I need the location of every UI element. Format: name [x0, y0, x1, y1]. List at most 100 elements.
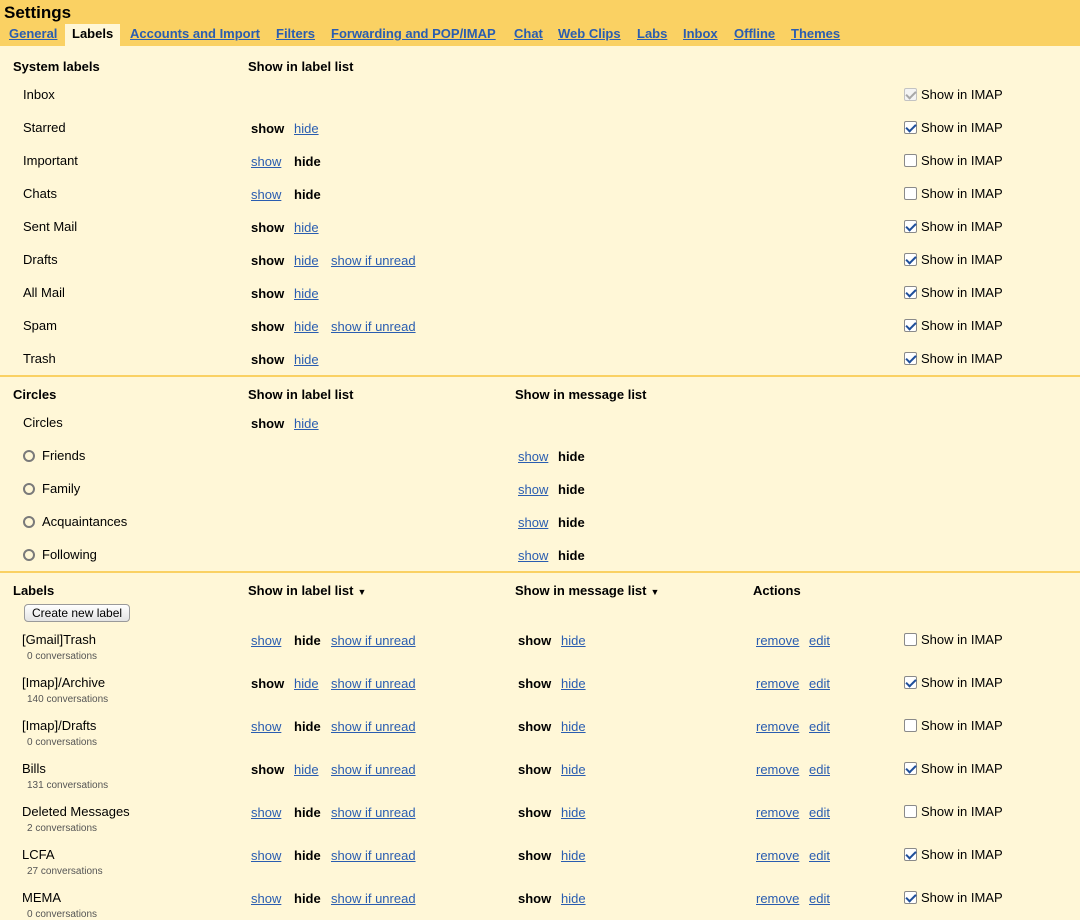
- label-list-show-if-unread-link[interactable]: show if unread: [331, 719, 416, 734]
- show-in-imap-checkbox[interactable]: Show in IMAP: [904, 120, 1003, 135]
- tab-chat[interactable]: Chat: [514, 24, 543, 46]
- circle-icon: [23, 450, 35, 462]
- remove-label-link[interactable]: remove: [756, 848, 799, 863]
- label-list-hide-link[interactable]: hide: [294, 253, 319, 268]
- label-name: LCFA: [22, 847, 55, 862]
- label-list-show-if-unread-link[interactable]: show if unread: [331, 891, 416, 906]
- show-in-imap-checkbox[interactable]: Show in IMAP: [904, 153, 1003, 168]
- label-list-show-if-unread-link[interactable]: show if unread: [331, 319, 416, 334]
- tab-offline[interactable]: Offline: [734, 24, 775, 46]
- label-list-hide-link[interactable]: hide: [294, 416, 319, 431]
- label-list-show-if-unread-link[interactable]: show if unread: [331, 676, 416, 691]
- edit-label-link[interactable]: edit: [809, 676, 830, 691]
- label-list-hide-link[interactable]: hide: [294, 352, 319, 367]
- message-list-hide-link[interactable]: hide: [561, 633, 586, 648]
- show-in-imap-checkbox[interactable]: Show in IMAP: [904, 804, 1003, 819]
- message-list-hide-link[interactable]: hide: [561, 762, 586, 777]
- show-in-imap-checkbox[interactable]: Show in IMAP: [904, 285, 1003, 300]
- edit-label-link[interactable]: edit: [809, 848, 830, 863]
- show-in-imap-checkbox[interactable]: Show in IMAP: [904, 847, 1003, 862]
- label-list-show-link[interactable]: show: [251, 187, 281, 202]
- tab-forwarding-and-pop-imap[interactable]: Forwarding and POP/IMAP: [331, 24, 496, 46]
- message-list-sort-header[interactable]: Show in message list ▼: [515, 583, 659, 598]
- show-in-imap-checkbox[interactable]: Show in IMAP: [904, 718, 1003, 733]
- message-list-show-link[interactable]: show: [518, 449, 548, 464]
- message-list-hide-link[interactable]: hide: [561, 805, 586, 820]
- edit-label-link[interactable]: edit: [809, 805, 830, 820]
- label-list-show-if-unread-link[interactable]: show if unread: [331, 633, 416, 648]
- conversation-count: 2 conversations: [27, 823, 98, 834]
- edit-label-link[interactable]: edit: [809, 719, 830, 734]
- remove-label-link[interactable]: remove: [756, 891, 799, 906]
- tab-labels[interactable]: Labels: [65, 24, 121, 46]
- label-list-show-if-unread-link[interactable]: show if unread: [331, 805, 416, 820]
- label-list-show-link[interactable]: show: [251, 154, 281, 169]
- message-list-show-link[interactable]: show: [518, 482, 548, 497]
- message-list-hide-link[interactable]: hide: [561, 848, 586, 863]
- checkbox-icon: [904, 286, 917, 299]
- label-list-show-link[interactable]: show: [251, 633, 281, 648]
- system-label-name: Sent Mail: [23, 219, 78, 234]
- show-in-imap-checkbox[interactable]: Show in IMAP: [904, 761, 1003, 776]
- tab-accounts-and-import[interactable]: Accounts and Import: [130, 24, 260, 46]
- label-list-hide-link[interactable]: hide: [294, 319, 319, 334]
- label-list-show-if-unread-link[interactable]: show if unread: [331, 848, 416, 863]
- tab-inbox[interactable]: Inbox: [683, 24, 718, 46]
- remove-label-link[interactable]: remove: [756, 805, 799, 820]
- checkbox-icon: [904, 676, 917, 689]
- remove-label-link[interactable]: remove: [756, 633, 799, 648]
- message-list-hide-link[interactable]: hide: [561, 719, 586, 734]
- remove-label-link[interactable]: remove: [756, 676, 799, 691]
- label-list-show-link[interactable]: show: [251, 719, 281, 734]
- show-in-imap-checkbox[interactable]: Show in IMAP: [904, 219, 1003, 234]
- edit-label-link[interactable]: edit: [809, 633, 830, 648]
- label-list-show-if-unread-link[interactable]: show if unread: [331, 253, 416, 268]
- remove-label-link[interactable]: remove: [756, 762, 799, 777]
- tab-general[interactable]: General: [9, 24, 57, 46]
- label-list-hide-link[interactable]: hide: [294, 220, 319, 235]
- show-in-imap-checkbox[interactable]: Show in IMAP: [904, 351, 1003, 366]
- message-list-hide-link[interactable]: hide: [561, 891, 586, 906]
- message-list-show-link[interactable]: show: [518, 515, 548, 530]
- show-in-imap-checkbox[interactable]: Show in IMAP: [904, 632, 1003, 647]
- edit-label-link[interactable]: edit: [809, 762, 830, 777]
- tab-themes[interactable]: Themes: [791, 24, 840, 46]
- remove-label-link[interactable]: remove: [756, 719, 799, 734]
- label-list-show-link[interactable]: show: [251, 805, 281, 820]
- label-list-hide-link[interactable]: hide: [294, 762, 319, 777]
- circles-heading: Circles: [13, 387, 57, 402]
- show-in-imap-checkbox[interactable]: Show in IMAP: [904, 890, 1003, 905]
- label-name: [Gmail]Trash: [22, 632, 96, 647]
- label-list-show-link[interactable]: show: [251, 848, 281, 863]
- show-in-imap-checkbox[interactable]: Show in IMAP: [904, 252, 1003, 267]
- label-list-show-if-unread-link[interactable]: show if unread: [331, 762, 416, 777]
- label-list-show-link[interactable]: show: [251, 891, 281, 906]
- show-in-imap-label: Show in IMAP: [921, 252, 1003, 267]
- message-list-hide-link[interactable]: hide: [561, 676, 586, 691]
- show-in-imap-checkbox[interactable]: Show in IMAP: [904, 318, 1003, 333]
- message-list-show-link[interactable]: show: [518, 548, 548, 563]
- label-list-hide-link[interactable]: hide: [294, 286, 319, 301]
- create-new-label-button[interactable]: Create new label: [24, 604, 131, 622]
- label-list-hide-link: hide: [294, 633, 321, 648]
- tab-labs[interactable]: Labs: [637, 24, 667, 46]
- tab-filters[interactable]: Filters: [276, 24, 315, 46]
- circles-message-list-column-header: Show in message list: [515, 387, 647, 402]
- label-list-hide-link: hide: [294, 805, 321, 820]
- edit-label-link[interactable]: edit: [809, 891, 830, 906]
- show-in-imap-label: Show in IMAP: [921, 632, 1003, 647]
- checkbox-icon: [904, 719, 917, 732]
- label-list-hide-link[interactable]: hide: [294, 676, 319, 691]
- show-in-imap-checkbox[interactable]: Show in IMAP: [904, 186, 1003, 201]
- label-list-sort-header[interactable]: Show in label list ▼: [248, 583, 366, 598]
- show-in-imap-checkbox[interactable]: Show in IMAP: [904, 675, 1003, 690]
- page-title: Settings: [4, 3, 72, 22]
- message-list-hide-link: hide: [558, 482, 585, 497]
- label-name: MEMA: [22, 890, 61, 905]
- circle-name: Family: [42, 481, 81, 496]
- show-in-imap-label: Show in IMAP: [921, 318, 1003, 333]
- checkbox-icon: [904, 154, 917, 167]
- label-list-hide-link[interactable]: hide: [294, 121, 319, 136]
- tab-web-clips[interactable]: Web Clips: [558, 24, 621, 46]
- conversation-count: 27 conversations: [27, 866, 103, 877]
